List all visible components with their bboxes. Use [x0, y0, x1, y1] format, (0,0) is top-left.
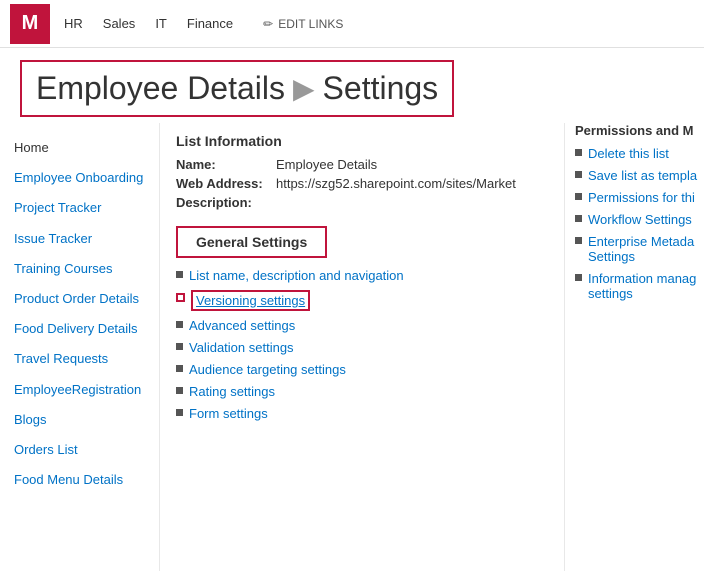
bullet-icon-4 [176, 343, 183, 350]
perm-bullet-4 [575, 215, 582, 222]
perm-bullet-1 [575, 149, 582, 156]
logo: M [10, 4, 50, 44]
content-area: List Information Name: Employee Details … [160, 123, 564, 571]
sidebar-item-training-courses[interactable]: Training Courses [0, 254, 159, 284]
name-row: Name: Employee Details [176, 157, 548, 172]
settings-left-col: List name, description and navigation Ve… [176, 268, 548, 428]
sidebar: Home Employee Onboarding Project Tracker… [0, 123, 160, 571]
web-address-label: Web Address: [176, 176, 276, 191]
sidebar-item-blogs[interactable]: Blogs [0, 405, 159, 435]
description-row: Description: [176, 195, 548, 210]
sidebar-item-product-order[interactable]: Product Order Details [0, 284, 159, 314]
link-permissions[interactable]: Permissions for thi [588, 190, 695, 205]
description-label: Description: [176, 195, 276, 210]
nav-it[interactable]: IT [155, 16, 167, 31]
breadcrumb-site: Employee Details [36, 70, 285, 107]
nav-links: HR Sales IT Finance ✏ EDIT LINKS [64, 16, 694, 31]
main-layout: Home Employee Onboarding Project Tracker… [0, 123, 704, 571]
link-audience[interactable]: Audience targeting settings [189, 362, 346, 377]
bullet-icon-1 [176, 271, 183, 278]
header-row: Employee Details ▶ Settings [0, 48, 704, 123]
name-value: Employee Details [276, 157, 377, 172]
bullet-icon-5 [176, 365, 183, 372]
sidebar-item-employee-onboarding[interactable]: Employee Onboarding [0, 163, 159, 193]
perm-bullet-3 [575, 193, 582, 200]
nav-sales[interactable]: Sales [103, 16, 136, 31]
permissions-title: Permissions and M [575, 123, 704, 138]
general-settings-box: General Settings [176, 226, 327, 258]
settings-columns: List name, description and navigation Ve… [176, 268, 548, 428]
sidebar-item-project-tracker[interactable]: Project Tracker [0, 193, 159, 223]
web-address-value: https://szg52.sharepoint.com/sites/Marke… [276, 176, 516, 191]
sidebar-item-home: Home [0, 133, 159, 163]
settings-link-item-5: Audience targeting settings [176, 362, 548, 377]
web-address-row: Web Address: https://szg52.sharepoint.co… [176, 176, 548, 191]
sidebar-item-orders-list[interactable]: Orders List [0, 435, 159, 465]
nav-hr[interactable]: HR [64, 16, 83, 31]
settings-link-item-2: Versioning settings [176, 290, 548, 311]
link-validation[interactable]: Validation settings [189, 340, 294, 355]
link-save-template[interactable]: Save list as templa [588, 168, 697, 183]
link-enterprise-meta[interactable]: Enterprise Metada Settings [588, 234, 704, 264]
settings-link-item-3: Advanced settings [176, 318, 548, 333]
bullet-icon-6 [176, 387, 183, 394]
name-label: Name: [176, 157, 276, 172]
settings-link-item-1: List name, description and navigation [176, 268, 548, 283]
settings-link-item-4: Validation settings [176, 340, 548, 355]
link-advanced[interactable]: Advanced settings [189, 318, 295, 333]
top-nav: M HR Sales IT Finance ✏ EDIT LINKS [0, 0, 704, 48]
perm-link-1: Delete this list [575, 146, 704, 161]
perm-link-3: Permissions for thi [575, 190, 704, 205]
sidebar-item-employee-registration[interactable]: EmployeeRegistration [0, 375, 159, 405]
settings-link-item-7: Form settings [176, 406, 548, 421]
link-info-mgmt[interactable]: Information manag settings [588, 271, 704, 301]
sidebar-item-food-delivery[interactable]: Food Delivery Details [0, 314, 159, 344]
link-delete-list[interactable]: Delete this list [588, 146, 669, 161]
bullet-icon-3 [176, 321, 183, 328]
nav-finance[interactable]: Finance [187, 16, 233, 31]
breadcrumb-page: Settings [323, 70, 439, 107]
settings-link-item-6: Rating settings [176, 384, 548, 399]
pencil-icon: ✏ [263, 17, 273, 31]
list-info-title: List Information [176, 133, 548, 149]
perm-link-2: Save list as templa [575, 168, 704, 183]
edit-links[interactable]: ✏ EDIT LINKS [263, 17, 343, 31]
perm-link-5: Enterprise Metada Settings [575, 234, 704, 264]
breadcrumb-separator: ▶ [293, 72, 315, 105]
link-rating[interactable]: Rating settings [189, 384, 275, 399]
link-list-name[interactable]: List name, description and navigation [189, 268, 404, 283]
sidebar-item-issue-tracker[interactable]: Issue Tracker [0, 224, 159, 254]
perm-link-4: Workflow Settings [575, 212, 704, 227]
bullet-icon-2 [176, 293, 185, 302]
sidebar-item-travel-requests[interactable]: Travel Requests [0, 344, 159, 374]
right-panel: Permissions and M Delete this list Save … [564, 123, 704, 571]
perm-bullet-5 [575, 237, 582, 244]
perm-bullet-6 [575, 274, 582, 281]
link-form[interactable]: Form settings [189, 406, 268, 421]
link-workflow[interactable]: Workflow Settings [588, 212, 692, 227]
perm-bullet-2 [575, 171, 582, 178]
perm-link-6: Information manag settings [575, 271, 704, 301]
title-area: Employee Details ▶ Settings [20, 60, 454, 117]
bullet-icon-7 [176, 409, 183, 416]
link-versioning[interactable]: Versioning settings [191, 290, 310, 311]
sidebar-item-food-menu[interactable]: Food Menu Details [0, 465, 159, 495]
